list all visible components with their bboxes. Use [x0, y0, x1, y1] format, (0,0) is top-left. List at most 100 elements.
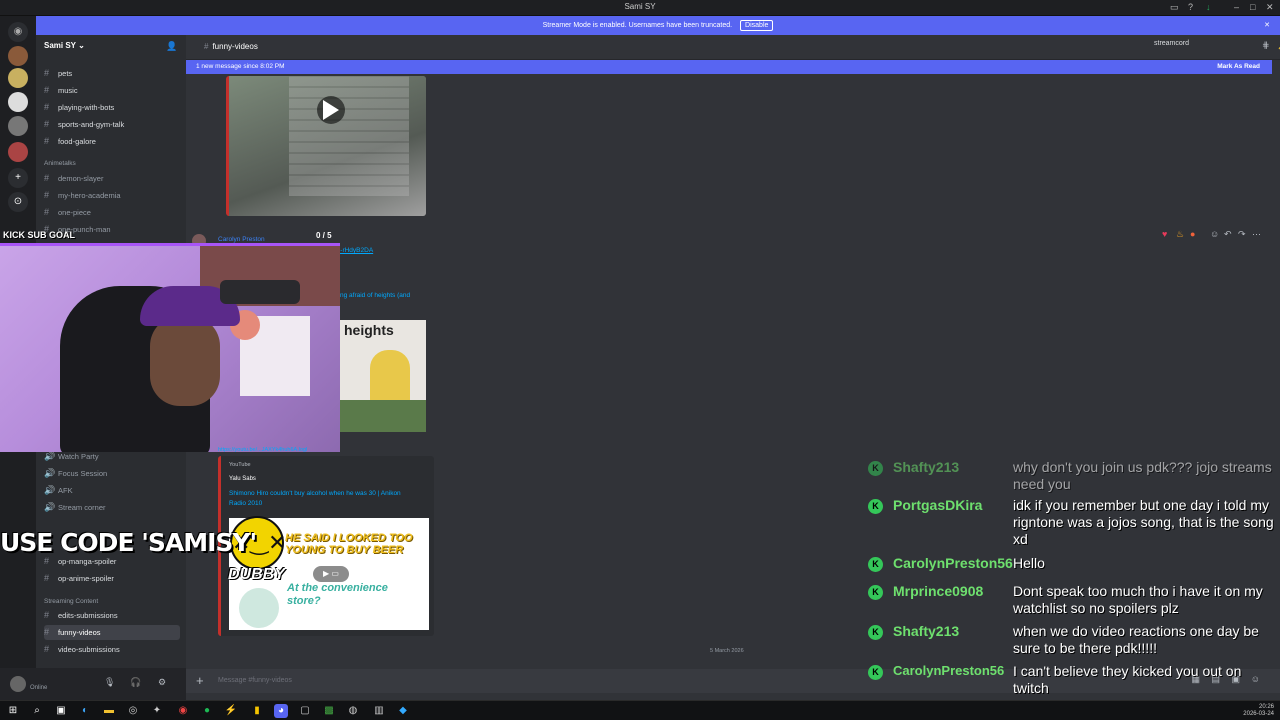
spotify-icon[interactable]: ●: [200, 704, 214, 718]
channel-video-submissions[interactable]: # video-submissions: [44, 642, 180, 657]
channel-food-galore[interactable]: # food-galore: [44, 134, 180, 149]
edge-icon[interactable]: ◐: [78, 704, 92, 718]
hash-icon: #: [44, 610, 50, 620]
task-view-icon[interactable]: ▣: [54, 704, 68, 718]
app-icon-2[interactable]: ✦: [150, 704, 164, 718]
server-icon-2[interactable]: [8, 68, 28, 88]
maximize-icon[interactable]: □: [1250, 2, 1255, 12]
message-author[interactable]: Carolyn Preston: [218, 236, 265, 243]
add-attachment-icon[interactable]: +: [196, 673, 204, 688]
app-icon-1[interactable]: ◎: [126, 704, 140, 718]
channel-edits-submissions[interactable]: # edits-submissions: [44, 608, 180, 623]
search-input[interactable]: streamcord: [1154, 40, 1189, 47]
add-reaction-icon[interactable]: ☺: [1210, 229, 1219, 239]
chat-username: Mrprince0908: [893, 583, 984, 599]
embed-author[interactable]: Yalu Sabs: [229, 476, 256, 482]
kick-badge-icon: K: [868, 585, 883, 600]
discord-taskbar-icon[interactable]: ◕: [274, 704, 288, 718]
channel-playing-with-bots[interactable]: # playing-with-bots: [44, 100, 180, 115]
play-pill-icon[interactable]: ▶ ▭: [313, 566, 349, 582]
message-link-2[interactable]: https://youtu.be/...JAXYk4huh6A.logl: [218, 447, 307, 453]
disable-button[interactable]: Disable: [740, 20, 774, 31]
sub-goal-counter: 0 / 5: [316, 231, 332, 240]
app-icon-7[interactable]: ▥: [372, 704, 386, 718]
mark-as-read-button[interactable]: Mark As Read: [1217, 60, 1260, 74]
close-icon[interactable]: ✕: [1266, 2, 1274, 13]
discord-home-icon[interactable]: ◉: [8, 22, 28, 42]
hash-icon: #: [44, 627, 50, 637]
voice-afk[interactable]: 🔊 AFK: [44, 483, 180, 498]
channel-music[interactable]: # music: [44, 83, 180, 98]
video-embed[interactable]: [226, 76, 426, 216]
obs-icon[interactable]: ◍: [346, 704, 360, 718]
system-clock[interactable]: 20:26 2026-03-24: [1243, 704, 1274, 718]
minimize-icon[interactable]: –: [1234, 2, 1239, 12]
app-icon-6[interactable]: ▩: [322, 704, 336, 718]
category-animetalks[interactable]: Animetalks: [44, 160, 76, 167]
server-name[interactable]: Sami SY ⌄: [44, 41, 85, 50]
chrome-icon[interactable]: ◉: [176, 704, 190, 718]
chat-text: why don't you join us pdk??? jojo stream…: [1013, 459, 1272, 492]
speaker-icon: 🔊: [44, 485, 56, 495]
thumbnail-subcaption: At the convenience store?: [287, 582, 388, 607]
help-icon[interactable]: ?: [1188, 2, 1193, 12]
channel-demon-slayer[interactable]: # demon-slayer: [44, 171, 180, 186]
headphones-icon[interactable]: 🎧: [130, 677, 141, 688]
voice-focus-session[interactable]: 🔊 Focus Session: [44, 466, 180, 481]
app-icon-5[interactable]: ▢: [298, 704, 312, 718]
channel-my-hero-academia[interactable]: # my-hero-academia: [44, 188, 180, 203]
app-icon-3[interactable]: ⚡: [224, 704, 238, 718]
server-icon-4[interactable]: [8, 116, 28, 136]
forward-icon[interactable]: ↷: [1238, 229, 1246, 240]
reply-icon[interactable]: ↶: [1224, 229, 1232, 240]
thread-icon[interactable]: ⋕: [1262, 40, 1270, 51]
server-icon-5[interactable]: [8, 142, 28, 162]
speaker-icon: 🔊: [44, 468, 56, 478]
hash-icon: #: [44, 207, 50, 217]
banner-close-icon[interactable]: ✕: [1264, 16, 1270, 35]
windows-start-icon[interactable]: ⊞: [6, 704, 20, 718]
fire-reaction-icon[interactable]: ♨: [1176, 229, 1184, 240]
character-portrait-image: [239, 588, 279, 628]
voice-stream-corner[interactable]: 🔊 Stream corner: [44, 500, 180, 515]
embed-title[interactable]: Shimono Hiro couldn't buy alcohol when h…: [229, 489, 419, 509]
chat-username: Shafty213: [893, 623, 960, 639]
chat-text: idk if you remember but one day i told m…: [1013, 497, 1274, 547]
embed-title-partial[interactable]: ng afraid of heights (and: [340, 292, 410, 299]
kick-sub-goal-label: KICK SUB GOAL: [3, 230, 75, 240]
explore-icon[interactable]: ⊙: [8, 192, 28, 212]
category-streaming-content[interactable]: Streaming Content: [44, 598, 98, 605]
more-options-icon[interactable]: ⋯: [1252, 229, 1261, 240]
emoji-reaction-icon[interactable]: ●: [1190, 229, 1195, 239]
embed-source: YouTube: [229, 462, 251, 468]
inbox-icon[interactable]: ▭: [1170, 2, 1179, 13]
ground-image: [340, 400, 426, 432]
webcam-overlay: [0, 246, 340, 452]
settings-gear-icon[interactable]: ⚙: [158, 677, 166, 688]
channel-one-piece[interactable]: # one-piece: [44, 205, 180, 220]
channel-funny-videos[interactable]: # funny-videos: [44, 625, 180, 640]
add-server-icon[interactable]: +: [8, 168, 28, 188]
microphone-icon[interactable]: 🎙: [104, 677, 115, 688]
embed-thumbnail-heights[interactable]: heights: [340, 320, 426, 432]
new-messages-bar[interactable]: 1 new message since 8:02 PM Mark As Read: [186, 60, 1272, 74]
play-icon[interactable]: [323, 100, 339, 120]
search-icon[interactable]: ⌕: [30, 704, 44, 718]
download-icon[interactable]: ↓: [1206, 2, 1211, 12]
channel-sports-and-gym-talk[interactable]: # sports-and-gym-talk: [44, 117, 180, 132]
kick-badge-icon: K: [868, 461, 883, 476]
app-icon-4[interactable]: ▮: [250, 704, 264, 718]
add-member-icon[interactable]: 👤: [166, 41, 177, 52]
window-title: Sami SY: [624, 2, 656, 11]
chat-username: PortgasDKira: [893, 497, 983, 513]
channel-pets[interactable]: # pets: [44, 66, 180, 81]
avatar[interactable]: [10, 676, 26, 692]
app-icon-8[interactable]: ◆: [396, 704, 410, 718]
channel-op-anime-spoiler[interactable]: # op-anime-spoiler: [44, 571, 180, 586]
file-explorer-icon[interactable]: ▬: [102, 704, 116, 718]
hash-icon: #: [44, 644, 50, 654]
server-icon-3[interactable]: [8, 92, 28, 112]
hash-icon: #: [44, 102, 50, 112]
server-icon-1[interactable]: [8, 46, 28, 66]
heart-reaction-icon[interactable]: ♥: [1162, 229, 1167, 239]
